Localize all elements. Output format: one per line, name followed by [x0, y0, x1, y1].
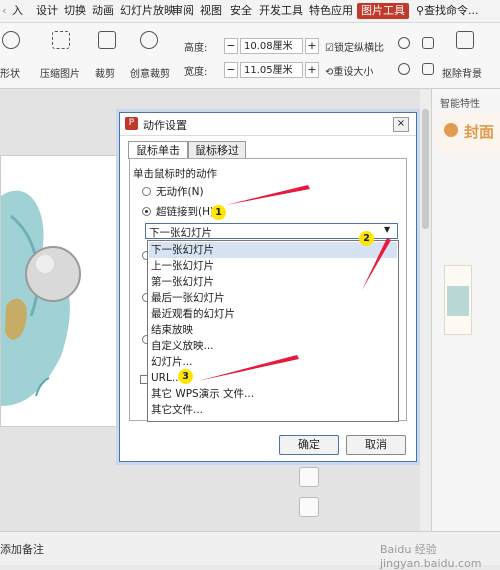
- step-badge-3: 3: [178, 369, 193, 384]
- step-badge-2: 2: [359, 231, 374, 246]
- arrow-1: [226, 185, 310, 205]
- arrow-3: [198, 355, 299, 381]
- step-badge-1: 1: [211, 205, 226, 220]
- annotation-overlay: [198, 185, 391, 381]
